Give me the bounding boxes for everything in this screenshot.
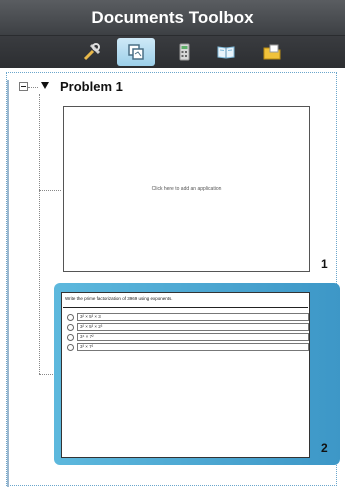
choice-row: 3² × 5³ × 2³ — [67, 323, 309, 332]
radio-button[interactable] — [67, 344, 74, 351]
book-button[interactable] — [207, 38, 245, 66]
page-thumbnail-1[interactable]: Click here to add an application — [63, 106, 310, 272]
calculator-button[interactable] — [165, 38, 203, 66]
tree-branch-page-1 — [39, 190, 61, 191]
question-text: Write the prime factorization of 3969 us… — [63, 294, 308, 308]
book-icon — [217, 46, 235, 59]
page-sorter-button[interactable] — [117, 38, 155, 66]
calculator-icon — [179, 43, 190, 61]
folder-icon — [263, 44, 281, 60]
page-thumbnail-2[interactable]: Write the prime factorization of 3969 us… — [61, 292, 310, 458]
problem-label[interactable]: Problem 1 — [60, 79, 123, 94]
tools-icon — [83, 43, 101, 61]
expand-arrow-icon[interactable] — [41, 82, 49, 89]
radio-button[interactable] — [67, 334, 74, 341]
choice-text: 3³ × 7² — [77, 343, 309, 351]
window-title: Documents Toolbox — [0, 0, 345, 36]
choice-row: 3³ × 7² — [67, 343, 309, 352]
radio-button[interactable] — [67, 314, 74, 321]
collapse-toggle[interactable] — [19, 82, 28, 91]
page-sorter-icon — [128, 44, 144, 60]
choice-row: 3⁴ × 7² — [67, 333, 309, 342]
pane-left-edge — [7, 80, 9, 487]
choice-text: 3² × 5³ × 3 — [77, 313, 309, 321]
radio-button[interactable] — [67, 324, 74, 331]
choice-text: 3² × 5³ × 2³ — [77, 323, 309, 331]
tree-line — [39, 94, 40, 374]
folder-button[interactable] — [253, 38, 291, 66]
toolbar — [0, 36, 345, 68]
page-placeholder-text: Click here to add an application — [151, 186, 222, 192]
choice-row: 3² × 5³ × 3 — [67, 313, 309, 322]
page-number-2: 2 — [321, 441, 328, 455]
choice-text: 3⁴ × 7² — [77, 333, 309, 341]
tools-button[interactable] — [73, 38, 111, 66]
page-number-1: 1 — [321, 257, 328, 271]
tree-connector — [28, 87, 38, 88]
